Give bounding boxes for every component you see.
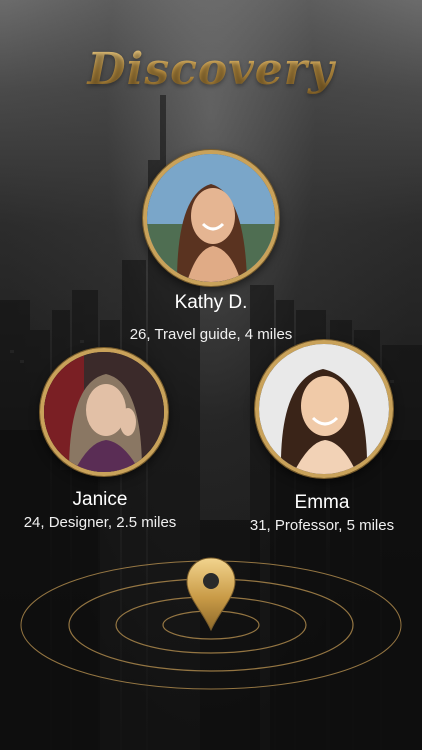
avatar-janice[interactable]	[40, 348, 168, 476]
avatar-photo	[147, 154, 275, 282]
profile-details: 24, Designer, 2.5 miles	[23, 514, 177, 531]
profile-details: 31, Professor, 5 miles	[249, 517, 395, 534]
avatar-kathy[interactable]	[143, 150, 279, 286]
avatar-photo	[259, 344, 389, 474]
page-title: Discovery	[0, 44, 422, 95]
radar	[20, 557, 402, 690]
avatar-photo	[44, 352, 164, 472]
profile-name[interactable]: Emma	[222, 492, 422, 514]
avatar-emma[interactable]	[255, 340, 393, 478]
location-pin-icon[interactable]	[186, 557, 236, 632]
profile-name[interactable]: Kathy D.	[0, 292, 422, 314]
profile-name[interactable]: Janice	[0, 489, 200, 511]
profile-details: 26, Travel guide, 4 miles	[129, 326, 293, 343]
